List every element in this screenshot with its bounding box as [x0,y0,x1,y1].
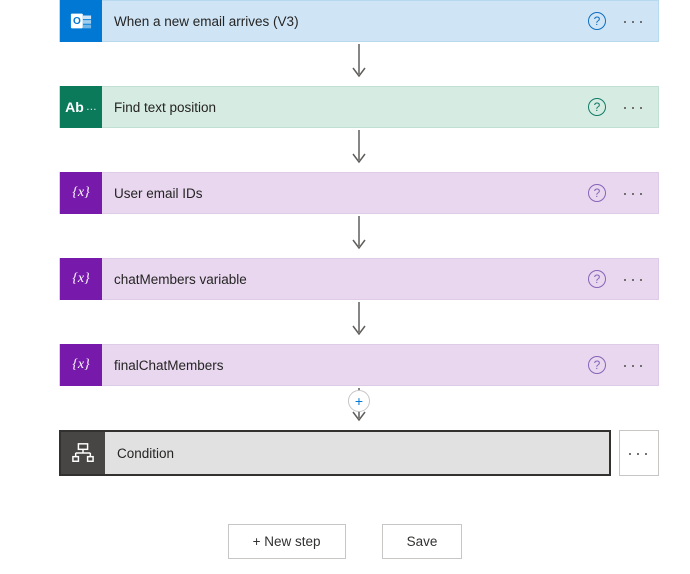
step-menu-button[interactable]: ··· [606,11,658,32]
step-title: Condition [105,446,609,461]
help-icon[interactable]: ? [588,12,606,30]
flow-step-user-email-ids[interactable]: {x} User email IDs ? ··· [59,172,659,214]
step-menu-button[interactable]: ··· [606,97,658,118]
step-title: User email IDs [102,186,588,201]
more-icon: ··· [627,443,651,464]
flow-step-find-text[interactable]: Ab… Find text position ? ··· [59,86,659,128]
variable-icon: {x} [60,344,102,386]
variable-icon: {x} [60,258,102,300]
new-step-button[interactable]: + New step [228,524,346,559]
flow-step-finalchatmembers[interactable]: {x} finalChatMembers ? ··· [59,344,659,386]
step-menu-button[interactable]: ··· [606,355,658,376]
help-icon[interactable]: ? [588,98,606,116]
step-title: finalChatMembers [102,358,588,373]
connector [59,300,659,344]
outlook-icon: O [60,0,102,42]
step-menu-button[interactable]: ··· [606,183,658,204]
step-title: When a new email arrives (V3) [102,14,588,29]
step-title: Find text position [102,100,588,115]
flow-step-chatmembers-var[interactable]: {x} chatMembers variable ? ··· [59,258,659,300]
connector [59,42,659,86]
step-title: chatMembers variable [102,272,588,287]
step-menu-button[interactable]: ··· [619,430,659,476]
connector-with-insert: + [59,386,659,430]
help-icon[interactable]: ? [588,356,606,374]
help-icon[interactable]: ? [588,270,606,288]
flow-step-condition[interactable]: Condition [59,430,611,476]
save-button[interactable]: Save [382,524,463,559]
help-icon[interactable]: ? [588,184,606,202]
variable-icon: {x} [60,172,102,214]
svg-text:O: O [73,16,81,27]
text-ops-icon: Ab… [60,86,102,128]
step-menu-button[interactable]: ··· [606,269,658,290]
connector [59,128,659,172]
condition-icon [61,432,105,474]
insert-step-button[interactable]: + [348,390,370,412]
connector [59,214,659,258]
flow-step-trigger[interactable]: O When a new email arrives (V3) ? ··· [59,0,659,42]
